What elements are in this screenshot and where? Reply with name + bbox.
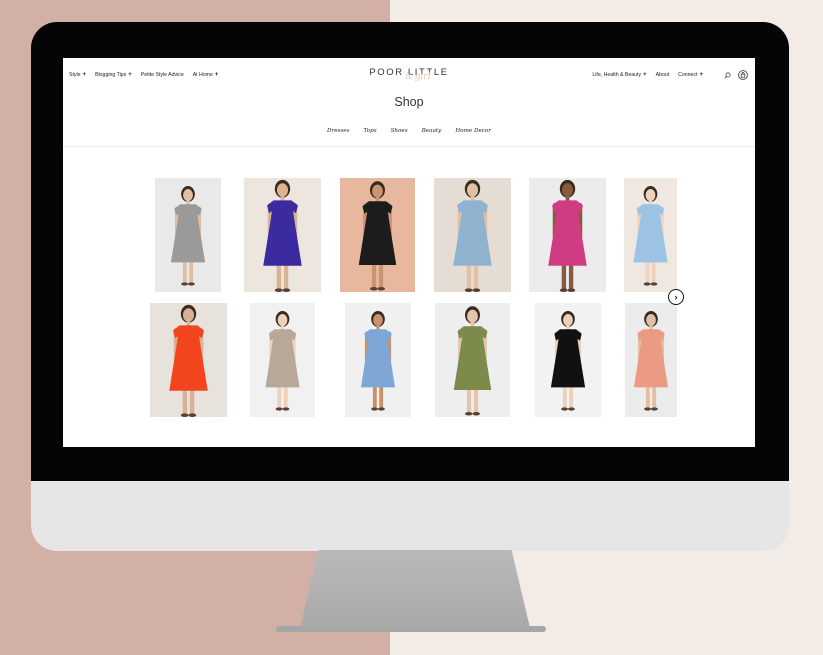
model-shoe-left — [180, 413, 189, 417]
model-shoe-right — [650, 282, 658, 286]
nav-item-about[interactable]: About — [656, 72, 670, 78]
model-shoe-left — [181, 282, 188, 286]
product-card-olive-knit-midi-dress[interactable] — [435, 303, 510, 417]
model-shoe-left — [370, 287, 378, 291]
model-neck — [376, 325, 380, 330]
model-shoe-left — [275, 407, 283, 411]
model-head — [373, 314, 383, 327]
product-card-black-sweater-white-hem-dress[interactable] — [535, 303, 601, 417]
model-head — [276, 183, 289, 197]
model-shoe-right — [378, 407, 385, 411]
product-image — [535, 303, 601, 417]
product-image — [155, 178, 221, 292]
model-head — [645, 189, 656, 202]
product-image — [340, 178, 415, 292]
model-head — [467, 309, 478, 323]
model-shoe-right — [472, 288, 481, 292]
model-head — [646, 314, 656, 327]
model-shoe-right — [188, 282, 195, 286]
model-shoe-right — [282, 407, 290, 411]
model-neck — [470, 321, 475, 327]
model-shoe-left — [464, 288, 473, 292]
category-link-tops[interactable]: Tops — [363, 128, 376, 134]
model-head — [561, 183, 574, 197]
model-neck — [566, 325, 570, 330]
carousel-next-button[interactable]: › — [668, 289, 684, 305]
primary-nav-right: Life, Health & Beauty + About Connect + — [592, 71, 703, 79]
monitor-chin — [31, 481, 789, 551]
plus-icon: + — [699, 71, 703, 78]
model-shoe-right — [567, 288, 576, 292]
product-card-peach-floral-slip-dress[interactable] — [625, 303, 677, 417]
model-neck — [470, 195, 475, 201]
product-image — [529, 178, 606, 292]
model-head — [277, 314, 288, 327]
model-head — [563, 314, 573, 327]
model-shoe-left — [644, 407, 651, 411]
model-neck — [648, 200, 653, 205]
model-shoe-left — [274, 288, 283, 292]
plus-icon: + — [643, 71, 647, 78]
product-image — [150, 303, 227, 417]
page-title: Shop — [394, 95, 424, 109]
category-link-dresses[interactable]: Dresses — [327, 128, 349, 134]
product-card-purple-tiered-maxi-dress[interactable] — [244, 178, 321, 292]
product-card-chambray-shirt-dress[interactable] — [434, 178, 511, 292]
bag-icon[interactable] — [738, 70, 748, 80]
category-link-shoes[interactable]: Shoes — [391, 128, 408, 134]
product-image — [250, 303, 315, 417]
product-card-taupe-sweater-dress-with-bow[interactable] — [250, 303, 315, 417]
model-shoe-left — [643, 282, 651, 286]
header-divider — [63, 146, 755, 147]
model-shoe-right — [472, 412, 480, 416]
nav-item-label: Life, Health & Beauty — [592, 72, 642, 78]
model-neck — [375, 196, 380, 202]
product-image — [345, 303, 411, 417]
product-image — [435, 303, 510, 417]
monitor-stand-foot — [276, 626, 546, 632]
product-card-gray-floral-smocked-midi-dress[interactable] — [155, 178, 221, 292]
category-link-home-decor[interactable]: Home Decor — [455, 128, 491, 134]
model-shoe-right — [282, 288, 291, 292]
product-image — [434, 178, 511, 292]
category-link-beauty[interactable]: Beauty — [422, 128, 442, 134]
product-card-pink-embroidered-tunic-dress[interactable] — [529, 178, 606, 292]
nav-item-connect[interactable]: Connect + — [678, 71, 703, 79]
nav-item-life-health-beauty[interactable]: Life, Health & Beauty + — [592, 71, 647, 79]
product-image — [244, 178, 321, 292]
model-neck — [186, 200, 190, 205]
search-icon[interactable] — [724, 72, 731, 79]
model-shoe-left — [465, 412, 473, 416]
model-shoe-left — [559, 288, 568, 292]
nav-item-label: Connect — [678, 72, 698, 78]
monitor-screen: Style + Blogging Tips + Petite Style Adv… — [63, 58, 755, 447]
model-head — [182, 308, 195, 322]
nav-item-label: About — [655, 72, 670, 78]
model-shoe-right — [568, 407, 575, 411]
model-head — [466, 183, 479, 197]
model-shoe-right — [651, 407, 658, 411]
category-nav: Dresses Tops Shoes Beauty Home Decor — [63, 128, 755, 134]
model-neck — [280, 195, 285, 201]
model-neck — [565, 195, 570, 201]
model-head — [183, 189, 193, 202]
model-neck — [649, 325, 653, 330]
model-shoe-right — [377, 287, 385, 291]
product-card-blue-wrap-mini-dress[interactable] — [345, 303, 411, 417]
product-card-light-blue-bell-sleeve-dress[interactable] — [624, 178, 677, 292]
model-shoe-left — [561, 407, 568, 411]
product-card-red-orange-flounce-dress[interactable] — [150, 303, 227, 417]
model-shoe-left — [371, 407, 378, 411]
product-image — [625, 303, 677, 417]
monitor-stand-neck — [300, 550, 530, 628]
model-head — [372, 184, 383, 198]
product-image — [624, 178, 677, 292]
product-card-black-mini-shirt-dress[interactable] — [340, 178, 415, 292]
chevron-right-icon: › — [674, 291, 678, 302]
model-neck — [186, 320, 191, 326]
model-shoe-right — [188, 413, 197, 417]
model-neck — [280, 325, 285, 330]
